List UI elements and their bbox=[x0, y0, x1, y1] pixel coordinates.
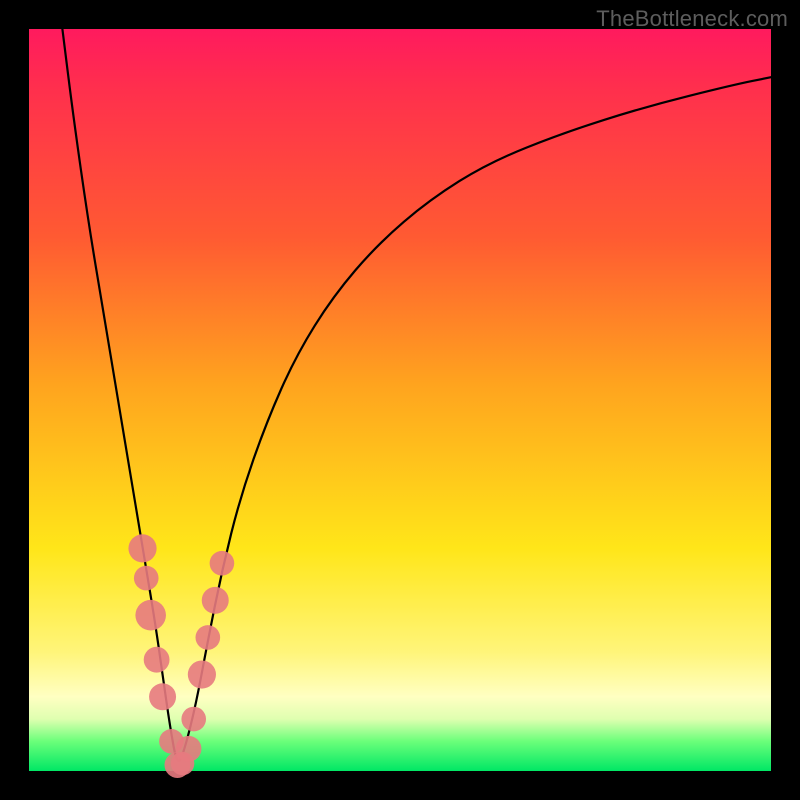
curve-marker bbox=[188, 660, 216, 688]
watermark-text: TheBottleneck.com bbox=[596, 6, 788, 32]
curve-marker bbox=[196, 625, 221, 650]
plot-area bbox=[29, 29, 771, 771]
bottleneck-curve-svg bbox=[29, 29, 771, 771]
curve-marker bbox=[202, 587, 229, 614]
bottleneck-curve bbox=[62, 29, 771, 761]
curve-marker bbox=[210, 551, 235, 576]
curve-marker bbox=[144, 647, 170, 673]
curve-marker bbox=[181, 707, 206, 732]
chart-frame: TheBottleneck.com bbox=[0, 0, 800, 800]
curve-marker bbox=[149, 683, 176, 710]
curve-marker bbox=[135, 600, 166, 631]
curve-marker bbox=[134, 566, 159, 591]
curve-marker bbox=[176, 736, 202, 762]
curve-marker bbox=[128, 534, 156, 562]
curve-markers bbox=[128, 534, 234, 778]
